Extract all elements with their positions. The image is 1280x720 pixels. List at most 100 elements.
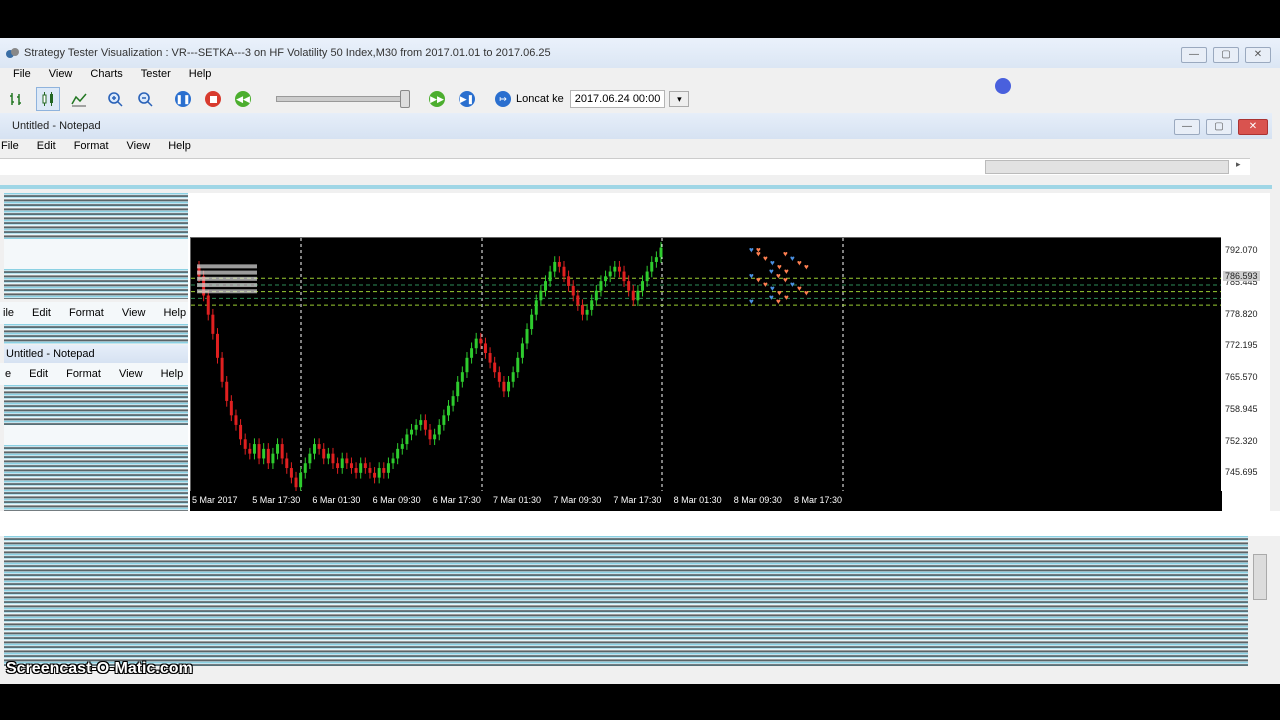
speed-slider-thumb[interactable]: [400, 90, 410, 108]
candle: [414, 419, 418, 436]
notepad-menu-file[interactable]: File: [0, 137, 28, 155]
skip-to-end-icon[interactable]: ▶❚: [456, 88, 478, 110]
ghost-menubar-1: ile Edit Format View Help: [0, 302, 188, 324]
candle: [631, 284, 635, 307]
time-axis: 5 Mar 2017 5 Mar 17:30 6 Mar 01:30 6 Mar 09…: [190, 491, 1222, 511]
candle: [322, 443, 326, 465]
main-menubar: File View Charts Tester Help: [4, 65, 220, 83]
candle: [257, 438, 261, 465]
candle: [507, 376, 511, 398]
pause-icon[interactable]: ❚❚: [172, 88, 194, 110]
candle: [313, 438, 316, 460]
terminal-panel-glitch: [4, 536, 1248, 666]
candle: [377, 462, 381, 484]
menu-file[interactable]: File: [4, 65, 40, 83]
candle: [234, 409, 238, 431]
close-button[interactable]: ✕: [1245, 47, 1271, 63]
candle: [266, 443, 270, 469]
candle: [354, 462, 358, 479]
fast-forward-icon[interactable]: ▶▶: [426, 88, 448, 110]
trade-marker: ♥: [790, 280, 795, 289]
menu-help[interactable]: Help: [180, 65, 221, 83]
menu-view[interactable]: View: [40, 65, 82, 83]
notepad-bottom-edge: [0, 185, 1272, 189]
minimize-button[interactable]: —: [1181, 47, 1207, 63]
candle: [497, 366, 501, 388]
candle: [229, 395, 233, 422]
stop-icon[interactable]: [202, 88, 224, 110]
bar-chart-icon[interactable]: [6, 88, 28, 110]
trade-marker: ♥: [790, 254, 795, 263]
ghost-menu-view: View: [121, 307, 146, 319]
candle: [252, 438, 256, 460]
candle: [553, 256, 557, 278]
candle: [299, 467, 303, 493]
order-label: [197, 270, 257, 275]
candle: [613, 261, 617, 278]
jump-to-label: Loncat ke: [516, 93, 564, 105]
price-chart[interactable]: ♥ ♥ ♥ ♥ ♥ ♥ ♥ ♥ ♥ ♥ ♥ ♥ ♥ ♥ ♥ ♥ ♥ ♥ ♥ ♥ ♥ ♥ ♥ ♥ ♥ ♥: [190, 237, 1222, 493]
candlestick-chart-icon[interactable]: [36, 87, 60, 111]
window-title: Strategy Tester Visualization : VR---SET…: [24, 47, 551, 59]
terminal-vscroll-thumb[interactable]: [1253, 554, 1267, 600]
candle: [460, 366, 464, 388]
candle: [419, 414, 423, 431]
candle: [488, 347, 492, 369]
chart-bottom-border: [0, 511, 1280, 536]
candle: [433, 428, 437, 446]
menu-charts[interactable]: Charts: [81, 65, 131, 83]
ghost-panel-blank-2: [4, 425, 188, 445]
menu-tester[interactable]: Tester: [132, 65, 180, 83]
line-chart-icon[interactable]: [68, 88, 90, 110]
price-tick-label: 765.570: [1225, 372, 1258, 383]
order-label: [197, 276, 257, 281]
candle: [446, 399, 450, 422]
candle: [359, 457, 363, 479]
candle: [340, 452, 344, 474]
candle: [465, 352, 469, 378]
rewind-icon[interactable]: ◀◀: [232, 88, 254, 110]
candle: [557, 256, 561, 273]
zoom-out-icon[interactable]: [134, 88, 156, 110]
price-tick-label: 772.195: [1225, 340, 1258, 351]
calendar-dropdown-icon[interactable]: ▾: [669, 91, 690, 107]
terminal-vscrollbar[interactable]: [1250, 536, 1270, 666]
ghost-panel-stripe-3: [4, 385, 188, 425]
notepad-minimize-button[interactable]: —: [1174, 119, 1200, 135]
candle: [502, 376, 506, 398]
speed-slider[interactable]: [276, 90, 410, 108]
ghost2-menu-view: View: [118, 368, 143, 380]
price-tick-label: 792.070: [1225, 245, 1258, 256]
trade-marker: ♥: [804, 263, 809, 272]
notepad-menu-edit[interactable]: Edit: [28, 137, 65, 155]
ghost2-menu-format: Format: [66, 368, 101, 380]
order-label: [197, 283, 257, 288]
candle: [636, 284, 640, 307]
order-label: [197, 289, 257, 294]
candle: [239, 419, 243, 446]
candle: [516, 352, 520, 378]
notepad-menu-view[interactable]: View: [118, 137, 160, 155]
notepad-close-button[interactable]: ✕: [1238, 119, 1268, 135]
price-tick-label: 745.695: [1225, 467, 1258, 478]
trade-marker: ♥: [797, 258, 802, 267]
price-tick-label: 758.945: [1225, 403, 1258, 414]
jump-to-icon[interactable]: ↦: [492, 88, 514, 110]
trade-marker: ♥: [804, 289, 809, 298]
notepad-hscroll-thumb[interactable]: [985, 160, 1229, 174]
ghost-panel-top: [4, 193, 188, 239]
candle: [405, 428, 409, 450]
notepad-menu-format[interactable]: Format: [65, 137, 118, 155]
notepad-menu-help[interactable]: Help: [159, 137, 200, 155]
notepad-maximize-button[interactable]: ▢: [1206, 119, 1232, 135]
zoom-in-icon[interactable]: [104, 88, 126, 110]
jump-to-date-field[interactable]: 2017.06.24 00:00: [569, 90, 666, 108]
metatrader-app-icon: [6, 48, 19, 58]
trade-marker: ♥: [776, 297, 781, 306]
candle: [562, 261, 566, 283]
scroll-right-arrow-icon[interactable]: ▸: [1236, 159, 1241, 170]
candle: [474, 332, 478, 354]
ghost-notepad-title: Untitled - Notepad: [6, 348, 95, 360]
maximize-button[interactable]: ▢: [1213, 47, 1239, 63]
candle: [303, 457, 307, 479]
